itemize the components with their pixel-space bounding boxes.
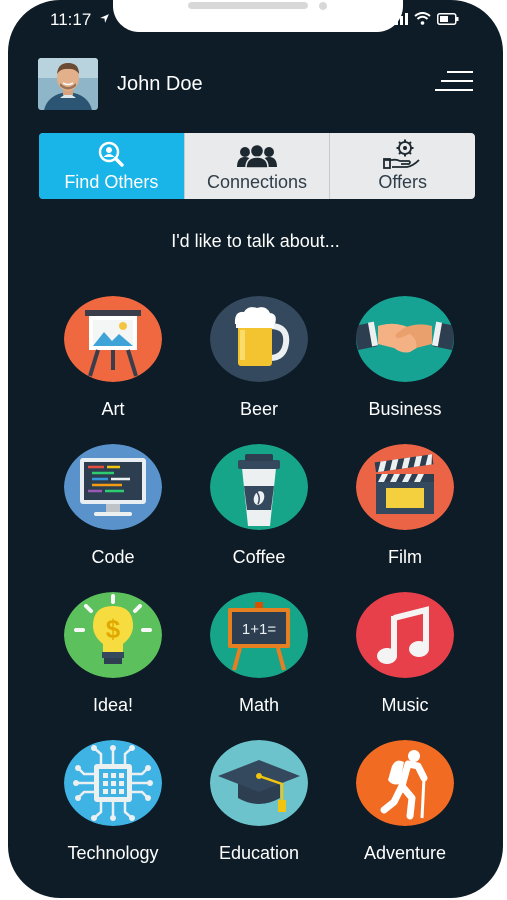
- tab-offers[interactable]: Offers: [330, 133, 475, 199]
- profile[interactable]: John Doe: [38, 58, 203, 110]
- graduation-cap-icon: [210, 740, 308, 826]
- topic-code[interactable]: Code: [40, 444, 186, 568]
- topic-coffee[interactable]: Coffee: [186, 444, 332, 568]
- chip-icon: [64, 740, 162, 826]
- topic-label: Adventure: [363, 843, 447, 863]
- status-time: 11:17: [50, 10, 110, 30]
- location-arrow-icon: [100, 14, 109, 23]
- topic-idea[interactable]: $ Idea!: [40, 592, 186, 716]
- topic-label: Art: [101, 399, 125, 419]
- lightbulb-icon: $: [64, 592, 162, 678]
- speaker: [188, 2, 308, 9]
- topic-music[interactable]: Music: [332, 592, 478, 716]
- clapperboard-icon: [356, 444, 454, 530]
- search-people-icon: [99, 141, 125, 167]
- chalkboard-icon: 1+1=: [210, 592, 308, 678]
- topic-education[interactable]: Education: [186, 740, 332, 864]
- svg-text:$: $: [106, 614, 121, 644]
- topic-label: Idea!: [92, 695, 134, 715]
- topic-label: Music: [381, 695, 429, 715]
- beer-mug-icon: [210, 296, 308, 382]
- wifi-icon: [414, 12, 431, 25]
- tab-find-others[interactable]: Find Others: [39, 133, 185, 199]
- math-board-text: 1+1=: [242, 621, 276, 638]
- phone-screen: 11:17 John Doe Find Others Connections O…: [8, 0, 503, 898]
- tab-find-others-label: Find Others: [64, 172, 159, 192]
- avatar[interactable]: [38, 58, 98, 110]
- prompt-text: I'd like to talk about...: [171, 231, 340, 251]
- coffee-cup-icon: [210, 444, 308, 530]
- topic-label: Film: [388, 547, 422, 567]
- notch: [113, 0, 403, 32]
- handshake-icon: [356, 296, 454, 382]
- topic-math[interactable]: 1+1= Math: [186, 592, 332, 716]
- topic-label: Education: [218, 843, 300, 863]
- signal-icon: [390, 12, 408, 25]
- topic-label: Coffee: [232, 547, 286, 567]
- topic-label: Beer: [239, 399, 279, 419]
- time-text: 11:17: [50, 10, 92, 29]
- group-icon: [237, 143, 277, 169]
- topic-grid: Art Beer Business Code Coffee Film $ Ide…: [40, 296, 476, 864]
- topic-label: Code: [91, 547, 135, 567]
- hamburger-menu-icon[interactable]: [435, 70, 473, 92]
- topic-art[interactable]: Art: [40, 296, 186, 420]
- hiker-icon: [356, 740, 454, 826]
- tab-offers-label: Offers: [378, 172, 428, 192]
- status-icons: [390, 12, 459, 25]
- topic-technology[interactable]: Technology: [40, 740, 186, 864]
- topic-label: Technology: [67, 843, 159, 863]
- topic-label: Business: [368, 399, 442, 419]
- topic-beer[interactable]: Beer: [186, 296, 332, 420]
- monitor-code-icon: [64, 444, 162, 530]
- easel-icon: [64, 296, 162, 382]
- battery-icon: [437, 12, 459, 25]
- offer-gear-hand-icon: [382, 139, 420, 169]
- tab-bar: Find Others Connections Offers: [39, 133, 475, 199]
- topic-business[interactable]: Business: [332, 296, 478, 420]
- topic-label: Math: [238, 695, 280, 715]
- music-note-icon: [356, 592, 454, 678]
- topic-adventure[interactable]: Adventure: [332, 740, 478, 864]
- tab-connections-label: Connections: [206, 172, 308, 192]
- username: John Doe: [117, 72, 203, 95]
- topic-film[interactable]: Film: [332, 444, 478, 568]
- camera: [319, 2, 327, 10]
- tab-connections[interactable]: Connections: [185, 133, 331, 199]
